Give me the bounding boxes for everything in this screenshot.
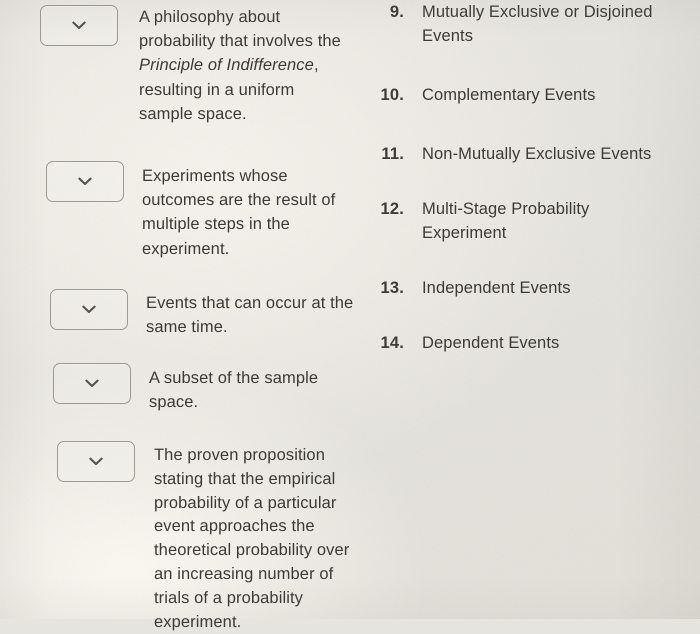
- chevron-down-icon: [85, 379, 99, 388]
- term-item-10[interactable]: 10. Complementary Events: [372, 83, 694, 107]
- answer-dropdown-1[interactable]: [40, 5, 118, 46]
- chevron-down-icon: [72, 21, 86, 30]
- term-item-11[interactable]: 11. Non-Mutually Exclusive Events: [372, 142, 694, 166]
- worksheet-content: A philosophy about probability that invo…: [0, 0, 700, 631]
- term-label: Independent Events: [422, 279, 571, 297]
- term-number: 12.: [380, 200, 404, 218]
- term-label: Mutually Exclusive or Disjoined Events: [422, 3, 653, 46]
- definition-run: A philosophy about probability that invo…: [139, 8, 341, 51]
- term-item-12[interactable]: 12. Multi-Stage Probability Experiment: [372, 197, 694, 245]
- definition-text-4: A subset of the sample space.: [149, 366, 359, 414]
- answer-dropdown-5[interactable]: [57, 441, 135, 482]
- term-number: 11.: [381, 145, 404, 163]
- term-number: 13.: [380, 279, 404, 297]
- definition-text-3: Events that can occur at the same time.: [146, 291, 358, 339]
- match-row-5: The proven proposition stating that the …: [57, 441, 372, 634]
- term-number: 9.: [389, 3, 404, 21]
- definition-run: Events that can occur at the same time.: [146, 294, 354, 337]
- chevron-down-icon: [82, 305, 96, 314]
- chevron-down-icon: [89, 457, 103, 466]
- term-label: Complementary Events: [422, 86, 596, 104]
- match-row-3: Events that can occur at the same time.: [50, 289, 365, 339]
- definition-text-1: A philosophy about probability that invo…: [139, 5, 352, 126]
- term-item-14[interactable]: 14. Dependent Events: [372, 331, 694, 355]
- emphasized-term: Principle of Indifference: [139, 56, 314, 75]
- definition-run: Experiments whose outcomes are the resul…: [142, 167, 336, 258]
- term-number: 10.: [380, 86, 404, 104]
- answer-dropdown-2[interactable]: [46, 161, 124, 202]
- term-item-9[interactable]: 9. Mutually Exclusive or Disjoined Event…: [372, 0, 694, 48]
- term-label: Multi-Stage Probability Experiment: [422, 200, 590, 243]
- answer-dropdown-3[interactable]: [50, 289, 128, 330]
- definition-run: A subset of the sample space.: [149, 369, 319, 412]
- match-row-2: Experiments whose outcomes are the resul…: [46, 161, 361, 261]
- definition-run: The proven proposition stating that the …: [154, 446, 350, 631]
- definition-text-5: The proven proposition stating that the …: [154, 444, 351, 634]
- term-item-13[interactable]: 13. Independent Events: [372, 276, 694, 300]
- term-number: 14.: [380, 334, 404, 352]
- definition-text-2: Experiments whose outcomes are the resul…: [142, 164, 354, 261]
- term-label: Dependent Events: [422, 334, 560, 352]
- match-row-4: A subset of the sample space.: [53, 363, 368, 414]
- term-label: Non-Mutually Exclusive Events: [422, 145, 652, 163]
- chevron-down-icon: [78, 177, 92, 186]
- answer-dropdown-4[interactable]: [53, 363, 131, 404]
- match-row-1: A philosophy about probability that invo…: [40, 5, 355, 126]
